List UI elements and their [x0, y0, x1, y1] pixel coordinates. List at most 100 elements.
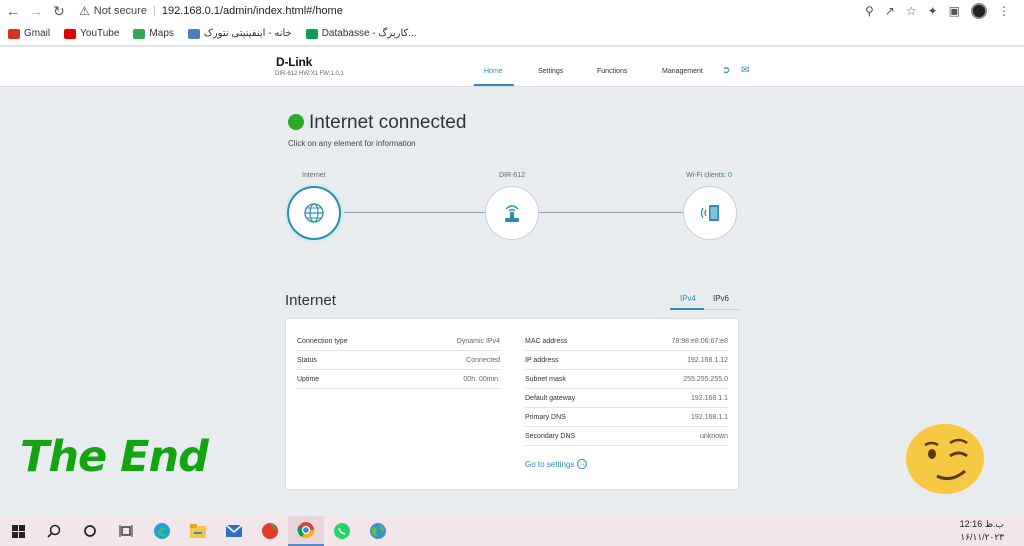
menu-icon[interactable]: ⋮	[998, 4, 1010, 18]
info-key: Status	[297, 356, 317, 364]
mail-app-icon[interactable]	[216, 516, 252, 546]
chrome-icon	[297, 522, 315, 539]
extensions-icon[interactable]: ✦	[928, 4, 938, 18]
browser-toolbar: ← → ↻ ⚠ Not secure | 192.168.0.1/admin/i…	[0, 0, 1024, 22]
bookmark-label: خانه - اینفینیتی نتورک	[203, 28, 292, 39]
dlink-logo: D-Link	[276, 55, 313, 69]
search-icon[interactable]	[36, 516, 72, 546]
model-info: DIR-612 HW:X1 FW:1.0.1	[275, 71, 344, 77]
nav-settings[interactable]: Settings	[538, 68, 563, 75]
info-row-subnet: Subnet mask 255.255.255.0	[525, 370, 728, 389]
bookmark-label: Gmail	[24, 28, 51, 39]
bookmark-database[interactable]: Databasse - کاربرگ...	[305, 28, 417, 39]
globe-app-icon[interactable]	[360, 516, 396, 546]
nav-management[interactable]: Management	[662, 68, 703, 75]
nav-functions[interactable]: Functions	[597, 68, 627, 75]
gmail-icon	[8, 28, 20, 39]
sheets-icon	[305, 28, 318, 39]
router-node-label: DIR-612	[499, 172, 526, 179]
windows-icon	[11, 524, 25, 538]
logout-icon[interactable]: ➲	[722, 65, 730, 76]
status-indicator	[288, 114, 304, 130]
url-separator: |	[152, 5, 156, 17]
info-value: 192.168.1.12	[687, 356, 728, 364]
router-node[interactable]	[485, 186, 539, 240]
edge-icon[interactable]	[144, 516, 180, 546]
clock-date: ۱۶/۱۱/۲۰۲۳	[960, 532, 1004, 542]
info-key: MAC address	[525, 337, 568, 345]
bookmark-gmail[interactable]: Gmail	[8, 28, 50, 39]
connection-status-hint: Click on any element for information	[288, 139, 416, 148]
task-view-icon[interactable]	[108, 516, 144, 546]
whatsapp-icon[interactable]	[324, 516, 360, 546]
winking-face-icon	[906, 424, 984, 494]
star-icon[interactable]: ☆	[906, 4, 917, 18]
info-row-secondary-dns: Secondary DNS unknown	[525, 427, 728, 446]
info-key: Subnet mask	[525, 375, 566, 383]
info-key: Secondary DNS	[525, 432, 576, 440]
wifi-node-label: Wi-Fi clients: 0	[686, 172, 732, 179]
back-icon[interactable]: ←	[3, 1, 23, 21]
red-app-icon[interactable]	[252, 516, 288, 546]
sidepanel-icon[interactable]: ▣	[949, 4, 960, 18]
info-key: Primary DNS	[525, 413, 566, 421]
info-row-gateway: Default gateway 192.168.1.1	[525, 389, 728, 408]
chrome-taskbar-button[interactable]	[288, 516, 324, 546]
info-value: Dynamic IPv4	[456, 337, 500, 345]
device-icon	[700, 205, 719, 221]
mail-icon[interactable]: ✉	[741, 65, 749, 76]
info-key: IP address	[525, 356, 559, 364]
internet-info-panel: Connection type Dynamic IPv4 Status Conn…	[285, 318, 739, 490]
internet-node-label: Internet	[302, 172, 326, 179]
bookmark-label: YouTube	[80, 28, 120, 39]
info-value: 78:98:e8:06:67:e8	[671, 337, 728, 345]
url-text: 192.168.0.1/admin/index.html#/home	[161, 5, 343, 17]
maps-icon	[133, 28, 146, 39]
nav-active-indicator	[474, 84, 514, 86]
go-to-settings-link[interactable]: Go to settings →	[525, 459, 588, 469]
bookmark-maps[interactable]: Maps	[133, 28, 174, 39]
nav-home[interactable]: Home	[484, 68, 503, 75]
globe-icon	[304, 203, 324, 223]
profile-avatar[interactable]	[971, 3, 987, 19]
bookmarks-bar: Gmail YouTube Maps خانه - اینفینیتی نتور…	[0, 22, 1024, 46]
info-value: 00h. 00min.	[463, 375, 500, 383]
connection-status-title: Internet connected	[309, 112, 467, 133]
router-header: D-Link DIR-612 HW:X1 FW:1.0.1 Home Setti…	[0, 47, 1024, 87]
go-to-settings-label: Go to settings	[525, 459, 575, 469]
info-value: 192.168.1.1	[691, 394, 728, 402]
info-row-ip: IP address 192.168.1.12	[525, 351, 728, 370]
wifi-clients-node[interactable]	[683, 186, 737, 240]
forward-icon[interactable]: →	[26, 1, 46, 21]
tab-ipv4[interactable]: IPv4	[680, 294, 696, 303]
address-bar[interactable]: ⚠ Not secure | 192.168.0.1/admin/index.h…	[79, 1, 865, 21]
the-end-caption: The End	[20, 432, 209, 482]
bookmark-youtube[interactable]: YouTube	[64, 28, 119, 39]
info-row-connection-type: Connection type Dynamic IPv4	[297, 332, 500, 351]
cortana-icon[interactable]	[72, 516, 108, 546]
info-value: 255.255.255.0	[683, 375, 728, 383]
reload-icon[interactable]: ↻	[49, 1, 69, 21]
bookmark-label: Databasse - کاربرگ...	[321, 28, 417, 39]
start-button[interactable]	[0, 516, 36, 546]
share-icon[interactable]: ↗	[885, 4, 895, 18]
info-key: Default gateway	[525, 394, 576, 402]
info-row-uptime: Uptime 00h. 00min.	[297, 370, 500, 389]
bookmark-label: Maps	[149, 28, 174, 39]
info-value: unknown	[699, 432, 728, 440]
zoom-icon[interactable]: ⚲	[865, 4, 874, 18]
tab-active-indicator	[670, 308, 704, 310]
info-row-primary-dns: Primary DNS 192.168.1.1	[525, 408, 728, 427]
internet-section-title: Internet	[285, 292, 336, 309]
file-explorer-icon[interactable]	[180, 516, 216, 546]
wifi-clients-count: 0	[728, 172, 732, 179]
tab-ipv6[interactable]: IPv6	[713, 294, 729, 303]
bookmark-infinity[interactable]: خانه - اینفینیتی نتورک	[187, 28, 292, 39]
website-icon	[187, 28, 200, 39]
windows-taskbar: 12:16 ب.ظ ۱۶/۱۱/۲۰۲۳	[0, 516, 1024, 546]
internet-node[interactable]	[287, 186, 341, 240]
topology-link	[539, 212, 684, 213]
system-clock[interactable]: 12:16 ب.ظ ۱۶/۱۱/۲۰۲۳	[960, 518, 1004, 544]
topology-link	[341, 212, 486, 213]
info-value: Connected	[466, 356, 500, 364]
